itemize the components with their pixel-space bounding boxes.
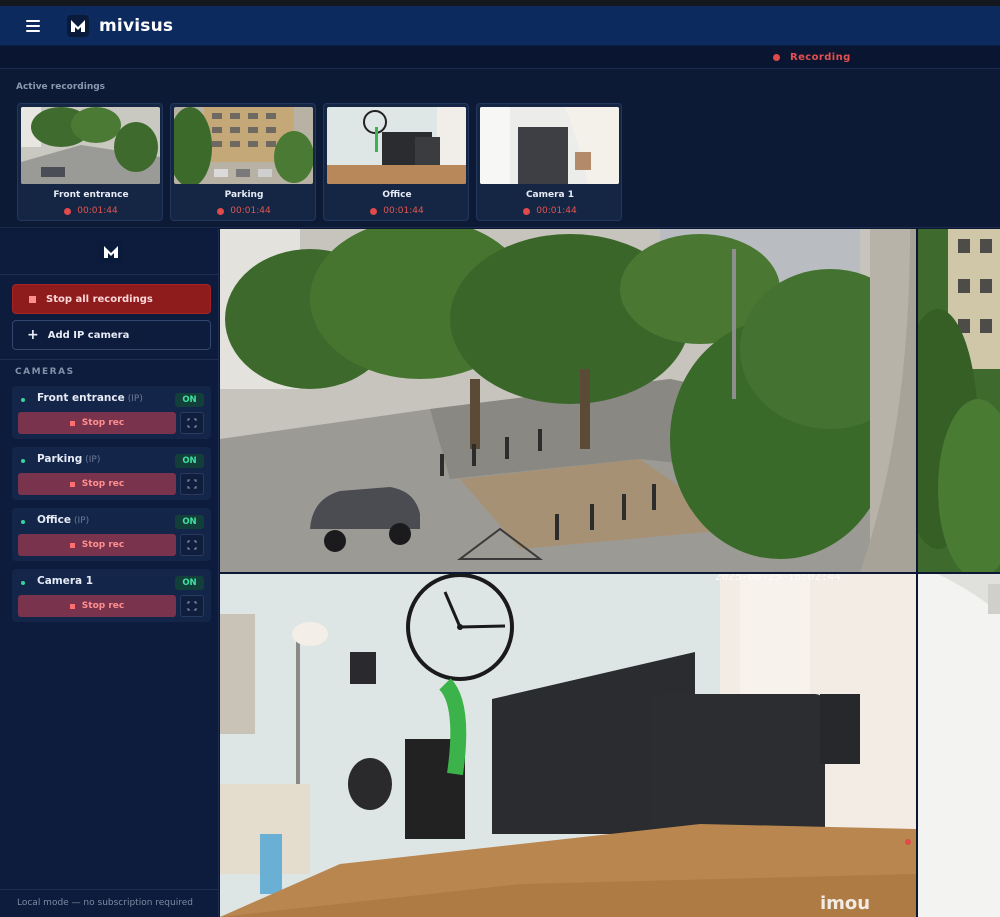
fullscreen-button[interactable] [180, 412, 204, 434]
camera-name-text: Parking [37, 453, 83, 465]
camera-1-thumbnail [480, 107, 619, 184]
recording-thumb-parking[interactable]: Parking 00:01:44 [170, 103, 316, 221]
recording-thumb-front-entrance[interactable]: Front entrance 00:01:44 [17, 103, 163, 221]
thumb-time-value: 00:01:44 [77, 206, 118, 216]
recording-thumb-camera-1[interactable]: Camera 1 00:01:44 [476, 103, 622, 221]
stop-rec-label: Stop rec [81, 540, 125, 550]
thumb-name: Parking [224, 190, 264, 200]
feed-parking[interactable] [918, 229, 1000, 572]
add-ip-camera-button[interactable]: + Add IP camera [12, 320, 211, 350]
thumb-time-value: 00:01:44 [536, 206, 577, 216]
camera-name: Front entrance (IP) [37, 392, 143, 404]
sidebar-divider [0, 274, 219, 275]
camera-status-badge[interactable]: ON [175, 454, 204, 468]
add-camera-label: Add IP camera [47, 329, 130, 341]
mivisus-logo-icon [99, 241, 123, 263]
thumb-timer: 00:01:44 [324, 206, 470, 216]
app-header: mivisus [0, 6, 1000, 46]
camera-card-office: Office (IP) ON Stop rec [12, 508, 211, 561]
rec-dot-icon [64, 207, 72, 215]
office-thumbnail [327, 107, 466, 184]
rec-dot-icon [217, 207, 225, 215]
active-recordings-title: Active recordings [16, 82, 106, 92]
stop-icon [29, 295, 36, 303]
stop-rec-label: Stop rec [81, 418, 125, 428]
stop-icon [69, 420, 75, 426]
thumb-name: Front entrance [53, 190, 129, 200]
stop-rec-button[interactable]: Stop rec [18, 534, 176, 556]
stop-rec-label: Stop rec [81, 601, 125, 611]
fullscreen-button[interactable] [180, 595, 204, 617]
office-timestamp: 2025-06-25 16:02:44 [715, 574, 841, 583]
stop-icon [69, 481, 75, 487]
feed-office[interactable]: imou 2025-06-25 16:02:44 [220, 574, 916, 917]
fullscreen-button[interactable] [180, 534, 204, 556]
stop-icon [69, 542, 75, 548]
fullscreen-icon [187, 601, 197, 611]
stop-rec-button[interactable]: Stop rec [18, 473, 176, 495]
thumb-name: Office [382, 190, 412, 200]
online-dot-icon [21, 398, 25, 402]
fullscreen-icon [187, 479, 197, 489]
online-dot-icon [21, 581, 25, 585]
fullscreen-button[interactable] [180, 473, 204, 495]
hamburger-menu-icon[interactable] [26, 19, 40, 32]
camera-name: Office (IP) [37, 514, 89, 526]
camera-status-badge[interactable]: ON [175, 576, 204, 590]
rec-dot-icon [370, 207, 378, 215]
stop-all-recordings-button[interactable]: Stop all recordings [12, 284, 211, 314]
stop-all-label: Stop all recordings [46, 293, 153, 305]
stop-rec-button[interactable]: Stop rec [18, 595, 176, 617]
camera-type: (IP) [73, 516, 90, 526]
camera-name: Camera 1 [37, 575, 96, 587]
camera-name-text: Front entrance [37, 392, 125, 404]
stop-rec-button[interactable]: Stop rec [18, 412, 176, 434]
recording-dot-icon [773, 54, 780, 61]
rec-dot-icon [523, 207, 531, 215]
thumb-time-value: 00:01:44 [230, 206, 271, 216]
recording-indicator: Recording [773, 52, 851, 63]
active-recordings-panel: Active recordings Front entrance 00:01:4… [0, 70, 1000, 228]
camera-status-badge[interactable]: ON [175, 393, 204, 407]
recording-status-bar: Recording [0, 46, 1000, 69]
camera-name: Parking (IP) [37, 453, 100, 465]
online-dot-icon [21, 459, 25, 463]
online-dot-icon [21, 520, 25, 524]
camera-type: (IP) [127, 394, 143, 404]
sidebar-divider [0, 889, 219, 890]
app-title: mivisus [99, 15, 174, 36]
thumb-time-value: 00:01:44 [383, 206, 424, 216]
office-watermark: imou [820, 893, 870, 914]
recording-thumb-office[interactable]: Office 00:01:44 [323, 103, 469, 221]
camera-name-text: Camera 1 [37, 575, 94, 587]
camera-name-text: Office [37, 514, 71, 526]
feed-front-entrance[interactable] [220, 229, 916, 572]
sidebar-divider [0, 359, 219, 360]
camera-grid: imou 2025-06-25 16:02:44 [220, 229, 1000, 917]
thumb-timer: 00:01:44 [171, 206, 317, 216]
front-entrance-thumbnail [21, 107, 160, 184]
recording-label: Recording [790, 52, 851, 63]
thumb-name: Camera 1 [525, 190, 575, 200]
camera-type: (IP) [85, 455, 101, 465]
sidebar-footer: Local mode — no subscription required [17, 898, 193, 908]
fullscreen-icon [187, 418, 197, 428]
camera-status-badge[interactable]: ON [175, 515, 204, 529]
cameras-section-title: CAMERAS [15, 367, 75, 377]
feed-camera-1[interactable] [918, 574, 1000, 917]
mivisus-logo-icon [67, 14, 89, 37]
thumb-timer: 00:01:44 [477, 206, 623, 216]
thumb-timer: 00:01:44 [18, 206, 164, 216]
fullscreen-icon [187, 540, 197, 550]
stop-rec-label: Stop rec [81, 479, 125, 489]
plus-icon: + [27, 327, 39, 343]
stop-icon [69, 603, 75, 609]
camera-card-front-entrance: Front entrance (IP) ON Stop rec [12, 386, 211, 439]
camera-card-parking: Parking (IP) ON Stop rec [12, 447, 211, 500]
parking-thumbnail [174, 107, 313, 184]
sidebar: Stop all recordings + Add IP camera CAME… [0, 229, 219, 917]
camera-card-camera-1: Camera 1 ON Stop rec [12, 569, 211, 622]
